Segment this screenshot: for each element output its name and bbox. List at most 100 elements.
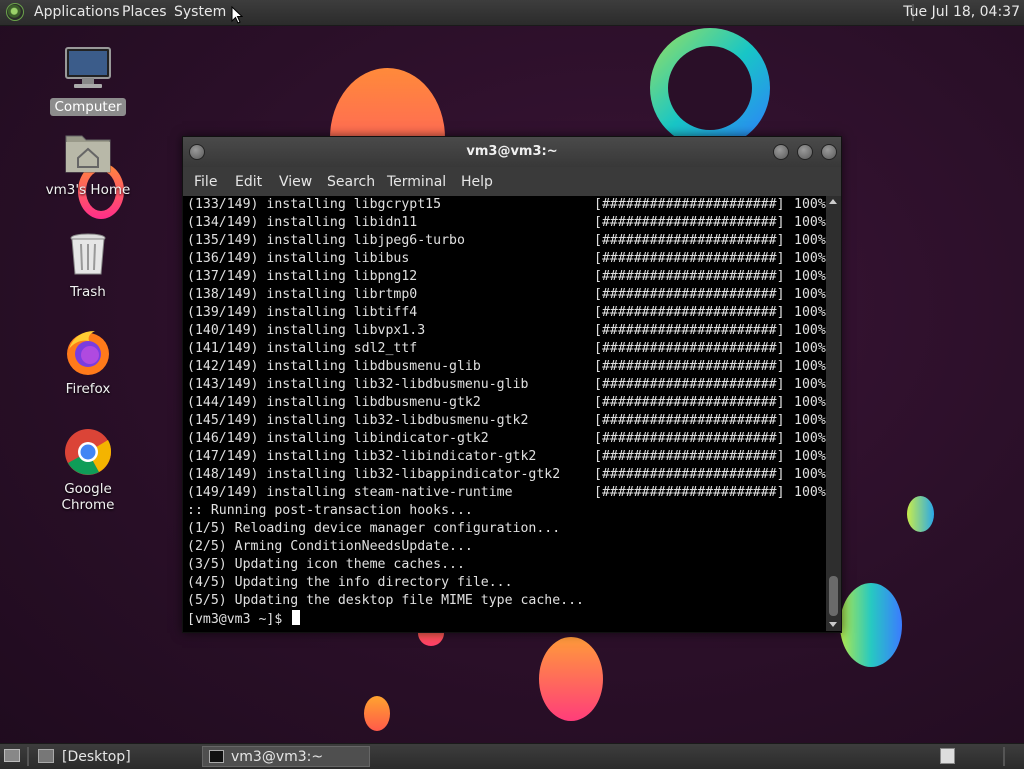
- progress-percent: 100%: [794, 431, 826, 446]
- minimize-button[interactable]: [773, 144, 789, 160]
- desktop-icon-home[interactable]: vm3's Home: [33, 128, 143, 199]
- install-line-text: (148/149) installing lib32-libappindicat…: [187, 467, 561, 482]
- menu-applications[interactable]: Applications: [34, 4, 120, 20]
- scrollbar-thumb[interactable]: [829, 576, 838, 616]
- install-line-text: (142/149) installing libdbusmenu-glib: [187, 359, 481, 374]
- install-line: (137/149) installing libpng12 [##########…: [183, 268, 826, 286]
- window-menu-button[interactable]: [189, 144, 205, 160]
- install-line-text: (137/149) installing libpng12: [187, 269, 418, 284]
- desktop-icon-firefox[interactable]: Firefox: [33, 327, 143, 398]
- scroll-up-arrow-icon[interactable]: [829, 199, 837, 204]
- menu-search[interactable]: Search: [327, 174, 375, 190]
- desktop-icon-chrome[interactable]: Google Chrome: [33, 427, 143, 514]
- wallpaper-blue-blob: [840, 583, 902, 667]
- maximize-button[interactable]: [797, 144, 813, 160]
- progress-percent: 100%: [794, 467, 826, 482]
- distro-logo-icon[interactable]: [6, 3, 24, 21]
- install-line: (139/149) installing libtiff4 [##########…: [183, 304, 826, 322]
- install-line-text: (145/149) installing lib32-libdbusmenu-g…: [187, 413, 529, 428]
- install-line: (134/149) installing libidn11 [##########…: [183, 214, 826, 232]
- show-desktop-icon[interactable]: [4, 749, 20, 762]
- menu-view[interactable]: View: [279, 174, 312, 190]
- wallpaper-tiny-blob: [364, 696, 390, 731]
- progress-bar-text: [######################]: [594, 359, 785, 374]
- computer-icon: [63, 45, 113, 95]
- clock[interactable]: Tue Jul 18, 04:37: [903, 4, 1020, 20]
- install-line: (145/149) installing lib32-libdbusmenu-g…: [183, 412, 826, 430]
- terminal-window[interactable]: vm3@vm3:~ File Edit View Search Terminal…: [182, 136, 842, 633]
- install-line-text: (141/149) installing sdl2_ttf: [187, 341, 418, 356]
- shell-prompt-line[interactable]: [vm3@vm3 ~]$: [183, 610, 826, 628]
- install-line: (141/149) installing sdl2_ttf [##########…: [183, 340, 826, 358]
- install-line-text: (143/149) installing lib32-libdbusmenu-g…: [187, 377, 529, 392]
- progress-percent: 100%: [794, 305, 826, 320]
- progress-percent: 100%: [794, 287, 826, 302]
- menu-help[interactable]: Help: [461, 174, 493, 190]
- shell-prompt: [vm3@vm3 ~]$: [187, 612, 291, 627]
- install-line: (138/149) installing librtmp0 [##########…: [183, 286, 826, 304]
- wallpaper-bottom-blob: [539, 637, 603, 721]
- desktop-icon-label: Google Chrome: [61, 481, 115, 513]
- install-line-text: (144/149) installing libdbusmenu-gtk2: [187, 395, 481, 410]
- install-line-text: (136/149) installing libibus: [187, 251, 410, 266]
- install-line: (143/149) installing lib32-libdbusmenu-g…: [183, 376, 826, 394]
- progress-bar-text: [######################]: [594, 269, 785, 284]
- chrome-icon: [63, 427, 113, 477]
- progress-percent: 100%: [794, 215, 826, 230]
- terminal-menubar: File Edit View Search Terminal Help: [183, 167, 841, 196]
- install-line: (133/149) installing libgcrypt15 [#######…: [183, 196, 826, 214]
- progress-bar-text: [######################]: [594, 377, 785, 392]
- window-title: vm3@vm3:~: [466, 144, 558, 159]
- taskbar-item-terminal[interactable]: vm3@vm3:~: [202, 746, 370, 767]
- progress-bar-text: [######################]: [594, 233, 785, 248]
- progress-bar-text: [######################]: [594, 197, 785, 212]
- workspace-switcher[interactable]: [940, 748, 955, 764]
- menu-system[interactable]: System: [174, 4, 226, 20]
- window-titlebar[interactable]: vm3@vm3:~: [183, 137, 841, 167]
- panel-separator: [27, 747, 29, 766]
- progress-percent: 100%: [794, 197, 826, 212]
- menu-edit[interactable]: Edit: [235, 174, 262, 190]
- hook-line: (2/5) Arming ConditionNeedsUpdate...: [187, 539, 473, 554]
- progress-bar-text: [######################]: [594, 467, 785, 482]
- desktop-icon-trash[interactable]: Trash: [33, 230, 143, 301]
- menu-terminal[interactable]: Terminal: [387, 174, 446, 190]
- bottom-taskbar: [Desktop] vm3@vm3:~: [0, 743, 1024, 769]
- progress-percent: 100%: [794, 449, 826, 464]
- taskbar-item-label: [Desktop]: [62, 749, 131, 765]
- install-line-text: (139/149) installing libtiff4: [187, 305, 418, 320]
- menu-places[interactable]: Places: [122, 4, 167, 20]
- progress-percent: 100%: [794, 233, 826, 248]
- taskbar-item-label: vm3@vm3:~: [231, 749, 324, 765]
- terminal-output[interactable]: (133/149) installing libgcrypt15 [#######…: [183, 196, 826, 631]
- progress-bar-text: [######################]: [594, 431, 785, 446]
- top-panel: Applications Places System Tue Jul 18, 0…: [0, 0, 1024, 26]
- hook-line: :: Running post-transaction hooks...: [187, 503, 473, 518]
- install-line: (147/149) installing lib32-libindicator-…: [183, 448, 826, 466]
- install-line-text: (138/149) installing librtmp0: [187, 287, 418, 302]
- menu-file[interactable]: File: [194, 174, 217, 190]
- progress-percent: 100%: [794, 251, 826, 266]
- hook-line: (1/5) Reloading device manager configura…: [187, 521, 561, 536]
- close-button[interactable]: [821, 144, 837, 160]
- hook-line: (3/5) Updating icon theme caches...: [187, 557, 465, 572]
- desktop-icon-computer[interactable]: Computer: [33, 45, 143, 116]
- scroll-down-arrow-icon[interactable]: [829, 622, 837, 627]
- folder-icon: [38, 749, 54, 763]
- text-cursor: [292, 610, 301, 625]
- taskbar-item-desktop[interactable]: [Desktop]: [38, 746, 198, 767]
- hook-line: (5/5) Updating the desktop file MIME typ…: [187, 593, 584, 608]
- progress-bar-text: [######################]: [594, 305, 785, 320]
- progress-bar-text: [######################]: [594, 341, 785, 356]
- firefox-icon: [63, 327, 113, 377]
- mouse-pointer-icon: [231, 5, 244, 28]
- progress-percent: 100%: [794, 323, 826, 338]
- install-line: (148/149) installing lib32-libappindicat…: [183, 466, 826, 484]
- install-line: (149/149) installing steam-native-runtim…: [183, 484, 826, 502]
- terminal-scrollbar[interactable]: [826, 196, 841, 631]
- progress-bar-text: [######################]: [594, 485, 785, 500]
- install-line-text: (134/149) installing libidn11: [187, 215, 418, 230]
- install-line-text: (149/149) installing steam-native-runtim…: [187, 485, 513, 500]
- install-line-text: (147/149) installing lib32-libindicator-…: [187, 449, 537, 464]
- wallpaper-small-blob: [907, 496, 934, 532]
